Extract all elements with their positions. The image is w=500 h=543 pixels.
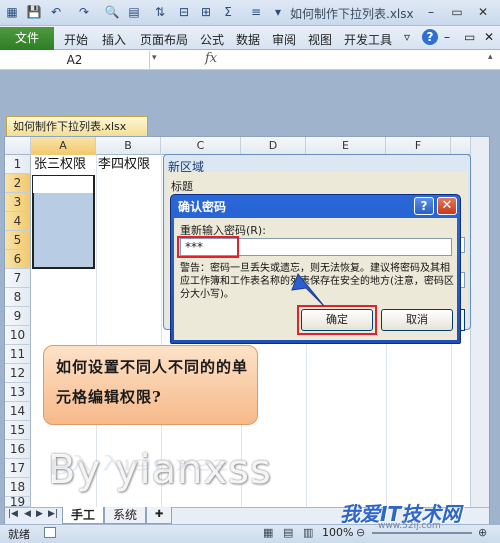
site-url: www.52ij.com	[378, 521, 441, 531]
save-icon[interactable]: 💾	[26, 4, 42, 20]
minimize-button[interactable]: –	[420, 3, 442, 21]
undo-icon[interactable]: ↶	[48, 4, 64, 20]
row-header-12[interactable]: 12	[5, 364, 31, 383]
cell-a1[interactable]: 张三权限	[34, 155, 86, 174]
page-layout-view-icon[interactable]: ▤	[283, 526, 293, 539]
tab-data[interactable]: 数据	[236, 31, 260, 48]
excel-icon[interactable]: ▦	[4, 4, 20, 20]
row-header-9[interactable]: 9	[5, 307, 31, 326]
format-painter-icon[interactable]: ▤	[126, 4, 142, 20]
tab-home[interactable]: 开始	[64, 31, 88, 48]
confirm-password-title: 确认密码	[178, 200, 227, 214]
autosum-icon[interactable]: Σ	[220, 4, 236, 20]
tab-page-layout[interactable]: 页面布局	[140, 31, 188, 48]
column-header-e[interactable]: E	[306, 137, 386, 155]
ribbon-close-icon[interactable]: ✕	[484, 30, 494, 44]
column-header-b[interactable]: B	[96, 137, 161, 155]
name-box[interactable]: A2	[0, 51, 150, 69]
row-header-16[interactable]: 16	[5, 440, 31, 459]
ribbon-minimize-icon[interactable]: –	[444, 30, 450, 44]
row-header-8[interactable]: 8	[5, 288, 31, 307]
cell-b1[interactable]: 李四权限	[98, 155, 150, 174]
insert-function-icon[interactable]: fx	[205, 51, 217, 66]
author-watermark-reflection: By yianxss	[48, 454, 230, 478]
row-header-14[interactable]: 14	[5, 402, 31, 421]
row-header-2[interactable]: 2	[5, 174, 31, 193]
print-preview-icon[interactable]: 🔍	[104, 4, 120, 20]
redo-icon[interactable]: ↷	[76, 4, 92, 20]
maximize-button[interactable]: ▭	[446, 3, 468, 21]
column-header-d[interactable]: D	[241, 137, 306, 155]
column-header-f[interactable]: F	[386, 137, 451, 155]
ribbon-restore-icon[interactable]: ▭	[464, 30, 475, 44]
column-header-a[interactable]: A	[31, 137, 96, 155]
row-header-5[interactable]: 5	[5, 231, 31, 250]
callout-text: 如何设置不同人不同的的单元格编辑权限?	[56, 358, 249, 406]
active-cell-a2[interactable]	[33, 176, 93, 193]
customize-qa-icon[interactable]: ▾	[270, 4, 286, 20]
row-header-1[interactable]: 1	[5, 155, 31, 174]
align-icon[interactable]: ≡	[248, 4, 264, 20]
tab-review[interactable]: 审阅	[272, 31, 296, 48]
workbook-tab[interactable]: 如何制作下拉列表.xlsx	[6, 116, 148, 136]
row-header-3[interactable]: 3	[5, 193, 31, 212]
sort-icon[interactable]: ⇅	[152, 4, 168, 20]
status-ready: 就绪	[8, 528, 30, 541]
title-label: 标题(T):	[171, 180, 193, 192]
row-header-10[interactable]: 10	[5, 326, 31, 345]
column-header-c[interactable]: C	[161, 137, 241, 155]
help-icon[interactable]: ?	[422, 29, 438, 45]
tab-file[interactable]: 文件	[0, 27, 54, 50]
window-title: 如何制作下拉列表.xlsx	[290, 7, 414, 21]
insert-sheet-icon[interactable]: ✚	[146, 507, 173, 524]
row-header-17[interactable]: 17	[5, 459, 31, 478]
last-sheet-icon[interactable]: ▶|	[48, 509, 58, 519]
tab-insert[interactable]: 插入	[102, 31, 126, 48]
cancel-button[interactable]: 取消	[381, 309, 453, 331]
tab-formulas[interactable]: 公式	[200, 31, 224, 48]
ribbon-collapse-icon[interactable]: ▿	[404, 30, 410, 44]
row-header-13[interactable]: 13	[5, 383, 31, 402]
close-window-button[interactable]: ✕	[472, 3, 494, 21]
tab-view[interactable]: 视图	[308, 31, 332, 48]
row-header-7[interactable]: 7	[5, 269, 31, 288]
formula-input[interactable]	[225, 51, 485, 69]
ok-highlight-box	[297, 305, 377, 335]
tab-developer[interactable]: 开发工具	[344, 31, 392, 48]
row-header-6[interactable]: 6	[5, 250, 31, 269]
dialog-help-button[interactable]: ?	[414, 197, 434, 215]
vertical-scrollbar[interactable]	[470, 137, 489, 507]
sheet-tab-manual[interactable]: 手工	[62, 507, 105, 524]
name-box-dropdown-icon[interactable]: ▾	[152, 53, 157, 63]
macro-record-icon[interactable]	[44, 527, 56, 538]
zoom-slider[interactable]	[372, 532, 472, 534]
password-highlight-box	[177, 236, 239, 258]
next-sheet-icon[interactable]: ▶	[36, 509, 43, 519]
zoom-level[interactable]: 100%	[322, 526, 353, 539]
first-sheet-icon[interactable]: |◀	[8, 509, 18, 519]
dialog-close-button[interactable]: ✕	[437, 197, 457, 215]
pointer-arrow-icon	[291, 273, 325, 307]
page-break-view-icon[interactable]: ▥	[303, 526, 313, 539]
select-all-corner[interactable]	[5, 137, 31, 155]
row-header-4[interactable]: 4	[5, 212, 31, 231]
zoom-out-icon[interactable]: ⊖	[356, 526, 365, 539]
prev-sheet-icon[interactable]: ◀	[24, 509, 31, 519]
borders-icon[interactable]: ⊞	[198, 4, 214, 20]
row-header-11[interactable]: 11	[5, 345, 31, 364]
zoom-in-icon[interactable]: ⊕	[478, 526, 487, 539]
row-header-19[interactable]: 19	[5, 497, 31, 507]
formula-expand-icon[interactable]: ▴	[488, 52, 493, 62]
row-header-15[interactable]: 15	[5, 421, 31, 440]
sheet-tab-system[interactable]: 系统	[104, 507, 147, 524]
row-header-18[interactable]: 18	[5, 478, 31, 497]
filter-icon[interactable]: ⊟	[176, 4, 192, 20]
normal-view-icon[interactable]: ▦	[263, 526, 273, 539]
